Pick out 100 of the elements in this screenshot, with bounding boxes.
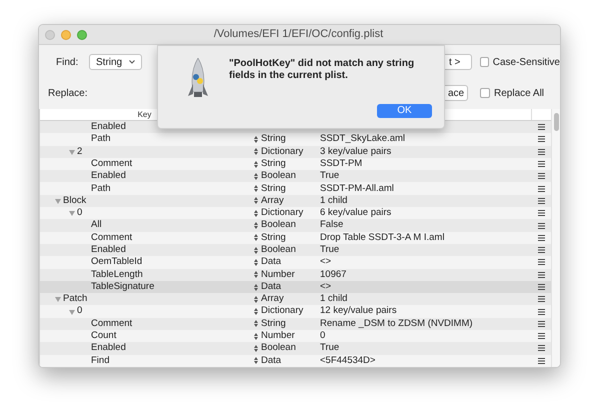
value-cell: SSDT-PM-All.aml [320, 182, 394, 194]
stepper-icon[interactable] [254, 332, 258, 340]
menu-icon[interactable] [538, 222, 544, 229]
type-cell: Dictionary [261, 144, 304, 159]
stepper-icon[interactable] [254, 234, 258, 242]
table-row[interactable]: Enabled Boolean True [40, 244, 551, 256]
stepper-icon[interactable] [254, 148, 258, 156]
type-cell-text: Dictionary [261, 206, 304, 220]
menu-icon[interactable] [538, 198, 544, 204]
ok-button[interactable]: OK [377, 104, 432, 118]
table-row[interactable]: Block Array 1 child [40, 194, 551, 208]
menu-icon[interactable] [538, 320, 544, 327]
menu-icon[interactable] [538, 124, 544, 130]
table-row[interactable]: OemTableId Data <> [40, 256, 551, 269]
menu-icon[interactable] [538, 161, 544, 168]
stepper-icon[interactable] [254, 258, 258, 266]
table-row[interactable]: TableLength Number 10967 [40, 268, 551, 281]
key-cell-text: All [91, 218, 102, 232]
key-cell-text: Enabled [91, 341, 126, 356]
key-cell-text: Comment [91, 316, 132, 331]
table-row[interactable]: Comment String Rename _DSM to ZDSM (NVDIMM) [40, 318, 551, 330]
stepper-icon[interactable] [254, 222, 258, 230]
checkbox[interactable] [480, 57, 489, 67]
table-row[interactable]: Count Number 0 [40, 330, 551, 342]
value-cell: <> [320, 280, 332, 292]
value-cell: 0 [320, 330, 326, 342]
key-cell: TableLength [91, 268, 143, 282]
find-type-dropdown[interactable]: String [89, 54, 142, 70]
stepper-icon[interactable] [254, 296, 258, 303]
table-row[interactable]: TableSignature Data <> [40, 280, 551, 294]
find-label: Find: [56, 56, 80, 70]
menu-icon[interactable] [538, 308, 544, 315]
replace-button[interactable]: ace [445, 85, 468, 101]
value-cell: True [320, 342, 340, 354]
stepper-icon[interactable] [254, 136, 258, 143]
table-row[interactable]: All Boolean False [40, 219, 551, 232]
stepper-icon[interactable] [254, 320, 258, 328]
value-cell: <> [320, 256, 332, 268]
stepper-icon[interactable] [254, 271, 258, 278]
menu-icon[interactable] [538, 358, 544, 364]
menu-icon[interactable] [538, 136, 544, 142]
stepper-icon[interactable] [254, 284, 258, 291]
table-row[interactable]: Enabled Boolean True [40, 342, 551, 355]
table-row[interactable]: 2 Dictionary 3 key/value pairs [40, 146, 551, 158]
menu-icon[interactable] [538, 284, 544, 290]
type-cell-text: Number [261, 329, 295, 343]
table-row[interactable]: Comment String Drop Table SSDT-3-A M I.aml [40, 232, 551, 244]
value-cell: False [320, 219, 344, 230]
find-next-button[interactable]: t > [445, 54, 472, 70]
type-cell-text: Array [261, 292, 284, 306]
replace-label: Replace: [48, 86, 88, 100]
menu-icon[interactable] [538, 333, 544, 340]
menu-icon[interactable] [538, 272, 544, 278]
stepper-icon[interactable] [254, 246, 258, 254]
menu-icon[interactable] [538, 296, 544, 302]
stepper-icon[interactable] [254, 160, 258, 168]
menu-icon[interactable] [538, 345, 544, 352]
menu-icon[interactable] [538, 210, 544, 216]
value-cell: Drop Table SSDT-3-A M I.aml [320, 232, 444, 243]
checkbox-label: Case-Sensitive [492, 56, 560, 70]
type-cell: Number [261, 268, 295, 282]
menu-icon[interactable] [538, 234, 544, 241]
menu-icon[interactable] [538, 148, 544, 155]
table-row[interactable]: 0 Dictionary 12 key/value pairs [40, 305, 551, 318]
value-cell: 1 child [320, 293, 348, 304]
value-cell: 12 key/value pairs [320, 305, 397, 316]
type-cell-text: String [261, 316, 286, 331]
menu-icon[interactable] [538, 186, 544, 192]
scrollbar-thumb[interactable] [554, 113, 558, 131]
key-cell: 2 [77, 144, 82, 159]
type-cell-text: Boolean [261, 218, 296, 232]
type-cell-text: Data [261, 255, 282, 270]
key-cell: 0 [77, 206, 82, 220]
table-row[interactable]: Find Data <5F44534D> [40, 354, 551, 367]
alert-message: "PoolHotKey" did not match any string fields in the current plist. [229, 58, 416, 82]
menu-icon[interactable] [538, 247, 544, 254]
column-header[interactable]: Key [138, 108, 152, 120]
value-cell: 1 child [320, 194, 348, 206]
stepper-icon[interactable] [254, 345, 258, 352]
stepper-icon[interactable] [254, 197, 258, 204]
type-cell-text: Boolean [261, 243, 296, 257]
table-row[interactable]: Path String SSDT_SkyLake.aml [40, 133, 551, 146]
table-row[interactable]: Path String SSDT-PM-All.aml [40, 182, 551, 195]
stepper-icon[interactable] [254, 185, 258, 192]
checkbox-label: Replace All [494, 86, 544, 100]
stepper-icon[interactable] [254, 308, 258, 316]
key-cell: Enabled [91, 169, 126, 184]
stepper-icon[interactable] [254, 210, 258, 217]
menu-icon[interactable] [538, 173, 544, 180]
value-cell: True [320, 170, 340, 182]
table-row[interactable]: Patch Array 1 child [40, 293, 551, 306]
table-row[interactable]: Comment String SSDT-PM [40, 158, 551, 170]
checkbox[interactable] [480, 88, 490, 98]
table-row[interactable]: 0 Dictionary 6 key/value pairs [40, 207, 551, 220]
stepper-icon[interactable] [254, 172, 258, 180]
stepper-icon[interactable] [254, 357, 258, 364]
key-cell: Path [91, 182, 111, 196]
menu-icon[interactable] [538, 259, 544, 266]
table-row[interactable]: Enabled Boolean True [40, 170, 551, 182]
type-cell: String [261, 230, 286, 245]
